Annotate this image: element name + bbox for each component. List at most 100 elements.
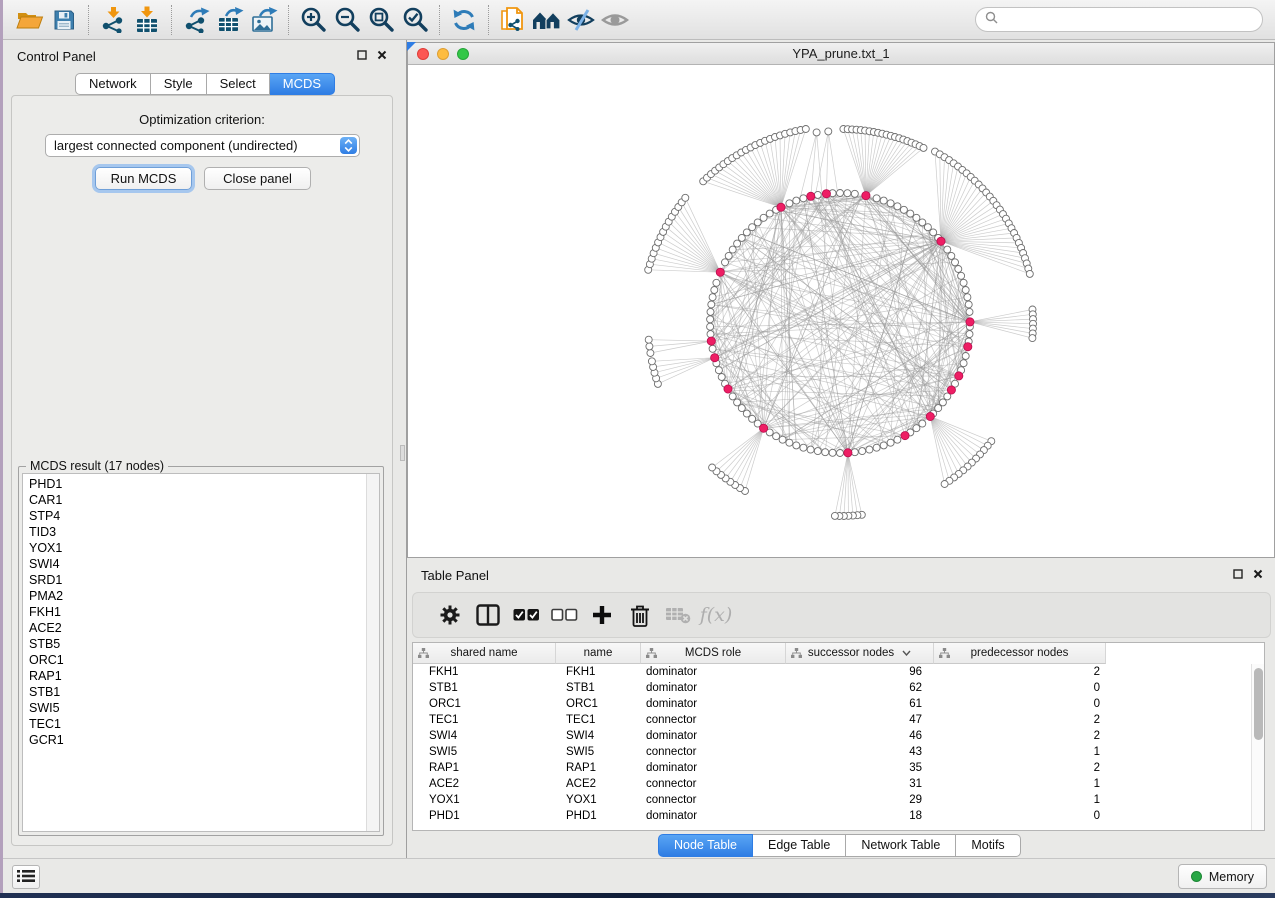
table-row[interactable]: TEC1TEC1connector472: [413, 712, 1264, 728]
mcds-result-item[interactable]: FKH1: [23, 604, 379, 620]
export-table-icon[interactable]: [213, 4, 247, 36]
tab-mcds[interactable]: MCDS: [270, 73, 335, 95]
add-column-icon[interactable]: [583, 597, 621, 633]
mcds-result-item[interactable]: TEC1: [23, 716, 379, 732]
table-cell: 0: [934, 808, 1106, 824]
deselect-all-icon[interactable]: [545, 597, 583, 633]
float-panel-icon[interactable]: [357, 50, 367, 60]
dropdown-stepper-icon: [340, 137, 357, 154]
task-history-button[interactable]: [12, 865, 40, 889]
table-row[interactable]: YOX1YOX1connector291: [413, 792, 1264, 808]
optimization-criterion-select[interactable]: largest connected component (undirected): [45, 134, 360, 157]
dock-indicator: [407, 42, 416, 51]
import-network-icon[interactable]: [96, 4, 130, 36]
table-cell: connector: [641, 744, 786, 760]
network-window-titlebar[interactable]: YPA_prune.txt_1: [408, 43, 1274, 65]
list-icon: [17, 869, 35, 886]
table-cell: 2: [934, 712, 1106, 728]
zoom-selected-icon[interactable]: [398, 4, 432, 36]
table-cell: connector: [641, 792, 786, 808]
window-close-icon[interactable]: [417, 48, 429, 60]
table-row[interactable]: SWI5SWI5connector431: [413, 744, 1264, 760]
search-input[interactable]: [1003, 10, 1262, 30]
table-scrollbar[interactable]: [1251, 664, 1264, 830]
table-row[interactable]: STB1STB1dominator620: [413, 680, 1264, 696]
save-session-icon[interactable]: [47, 4, 81, 36]
mcds-result-item[interactable]: PMA2: [23, 588, 379, 604]
splitter-grip[interactable]: [400, 445, 405, 461]
mcds-result-item[interactable]: SRD1: [23, 572, 379, 588]
table-cell: 31: [786, 776, 934, 792]
column-header-predecessor-nodes[interactable]: predecessor nodes: [934, 643, 1106, 664]
tab-motifs[interactable]: Motifs: [956, 834, 1020, 857]
select-all-icon[interactable]: [507, 597, 545, 633]
memory-button[interactable]: Memory: [1178, 864, 1267, 889]
table-mode-icon[interactable]: [431, 597, 469, 633]
table-row[interactable]: ORC1ORC1dominator610: [413, 696, 1264, 712]
mcds-result-item[interactable]: ORC1: [23, 652, 379, 668]
close-panel-icon[interactable]: [377, 50, 387, 60]
mcds-result-item[interactable]: STB1: [23, 684, 379, 700]
network-title: YPA_prune.txt_1: [408, 46, 1274, 61]
column-header-mcds-role[interactable]: MCDS role: [641, 643, 786, 664]
tab-network[interactable]: Network: [75, 73, 151, 95]
column-header-shared-name[interactable]: shared name: [413, 643, 556, 664]
mcds-result-item[interactable]: GCR1: [23, 732, 379, 748]
import-table-icon[interactable]: [130, 4, 164, 36]
zoom-out-icon[interactable]: [330, 4, 364, 36]
mcds-result-item[interactable]: STB5: [23, 636, 379, 652]
tab-node-table[interactable]: Node Table: [658, 834, 753, 857]
list-scrollbar[interactable]: [366, 474, 379, 831]
table-cell: ACE2: [413, 776, 556, 792]
ndex-icon[interactable]: [530, 4, 564, 36]
mcds-result-item[interactable]: PHD1: [23, 476, 379, 492]
panel-splitter[interactable]: [400, 40, 407, 858]
search-icon: [985, 11, 998, 29]
refresh-layout-icon[interactable]: [447, 4, 481, 36]
tab-style[interactable]: Style: [151, 73, 207, 95]
delete-column-icon[interactable]: [621, 597, 659, 633]
window-zoom-icon[interactable]: [457, 48, 469, 60]
open-file-icon[interactable]: [13, 4, 47, 36]
column-header-name[interactable]: name: [556, 643, 641, 664]
mcds-result-item[interactable]: YOX1: [23, 540, 379, 556]
tab-edge-table[interactable]: Edge Table: [753, 834, 846, 857]
status-bar: Memory: [3, 858, 1275, 893]
hide-selected-icon[interactable]: [564, 4, 598, 36]
mcds-result-item[interactable]: CAR1: [23, 492, 379, 508]
zoom-fit-icon[interactable]: [364, 4, 398, 36]
table-row[interactable]: ACE2ACE2connector311: [413, 776, 1264, 792]
share-network-icon[interactable]: [496, 4, 530, 36]
function-builder-icon: f(x): [697, 597, 735, 633]
table-cell: dominator: [641, 696, 786, 712]
show-all-icon[interactable]: [598, 4, 632, 36]
float-table-panel-icon[interactable]: [1233, 569, 1243, 579]
network-canvas[interactable]: [408, 65, 1274, 557]
export-network-icon[interactable]: [179, 4, 213, 36]
zoom-in-icon[interactable]: [296, 4, 330, 36]
window-minimize-icon[interactable]: [437, 48, 449, 60]
close-panel-button[interactable]: Close panel: [204, 167, 311, 190]
column-label: predecessor nodes: [971, 647, 1069, 659]
mcds-result-list[interactable]: PHD1CAR1STP4TID3YOX1SWI4SRD1PMA2FKH1ACE2…: [22, 473, 380, 832]
table-row[interactable]: FKH1FKH1dominator962: [413, 664, 1264, 680]
mcds-result-item[interactable]: TID3: [23, 524, 379, 540]
close-table-panel-icon[interactable]: [1253, 569, 1263, 579]
show-columns-icon[interactable]: [469, 597, 507, 633]
mcds-result-item[interactable]: SWI4: [23, 556, 379, 572]
table-cell: 0: [934, 696, 1106, 712]
mcds-result-item[interactable]: RAP1: [23, 668, 379, 684]
column-header-successor-nodes[interactable]: successor nodes: [786, 643, 934, 664]
mcds-result-item[interactable]: STP4: [23, 508, 379, 524]
control-panel: Control Panel NetworkStyleSelectMCDS Opt…: [3, 40, 400, 858]
table-row[interactable]: RAP1RAP1dominator352: [413, 760, 1264, 776]
mcds-result-item[interactable]: SWI5: [23, 700, 379, 716]
run-mcds-button[interactable]: Run MCDS: [95, 167, 192, 190]
mcds-result-item[interactable]: ACE2: [23, 620, 379, 636]
table-row[interactable]: SWI4SWI4dominator462: [413, 728, 1264, 744]
table-row[interactable]: PHD1PHD1dominator180: [413, 808, 1264, 824]
tab-select[interactable]: Select: [207, 73, 270, 95]
export-image-icon[interactable]: [247, 4, 281, 36]
table-scrollbar-thumb[interactable]: [1254, 668, 1263, 740]
tab-network-table[interactable]: Network Table: [846, 834, 956, 857]
